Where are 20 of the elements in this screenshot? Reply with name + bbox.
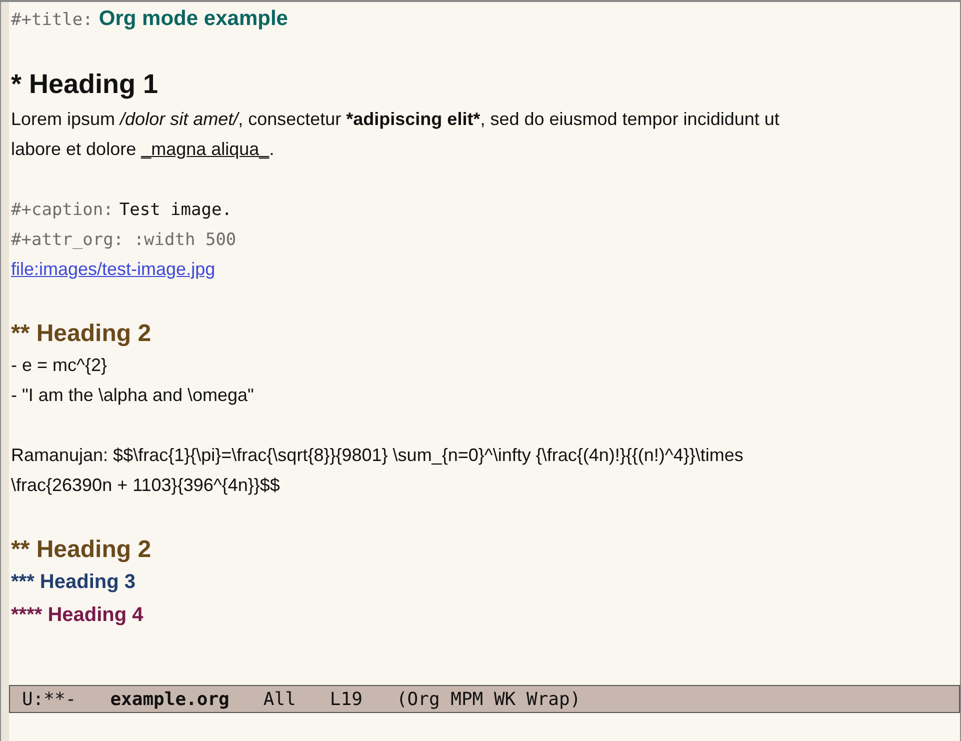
heading: *** Heading 3 — [11, 571, 136, 593]
keyword-line: #+title: Org mode example — [11, 9, 288, 29]
text-line: - e = mc^{2} — [11, 355, 107, 375]
heading: * Heading 1 — [11, 69, 158, 99]
text-line: \frac{26390n + 1103}{396^{4n}}$$ — [11, 475, 280, 495]
file-link[interactable]: file:images/test-image.jpg — [11, 259, 216, 279]
heading: ** Heading 2 — [11, 536, 152, 563]
text-line: labore et dolore _magna aliqua_. — [11, 139, 274, 159]
heading: ** Heading 2 — [11, 320, 152, 347]
keyword-line: #+caption: Test image. — [11, 199, 232, 219]
buffer-status: U:**- — [22, 688, 76, 710]
mode-list: (Org MPM WK Wrap) — [396, 688, 581, 710]
keyword-line: #+attr_org: :width 500 — [11, 229, 238, 249]
text-line: - "I am the \alpha and \omega" — [11, 385, 254, 405]
scroll-position: All — [263, 688, 296, 710]
heading: **** Heading 4 — [11, 604, 144, 626]
text-line: Lorem ipsum /dolor sit amet/, consectetur *adipiscing elit*, sed do eiusmod tempor incididunt ut — [11, 109, 780, 129]
line-number: L19 — [330, 688, 362, 710]
buffer-name: example.org — [110, 688, 230, 710]
text-line: Ramanujan: $$\frac{1}{\pi}=\frac{\sqrt{8}}{9801} \sum_{n=0}^\infty {\frac{(4n)!}{{(n!)^4}}\times — [11, 445, 744, 465]
